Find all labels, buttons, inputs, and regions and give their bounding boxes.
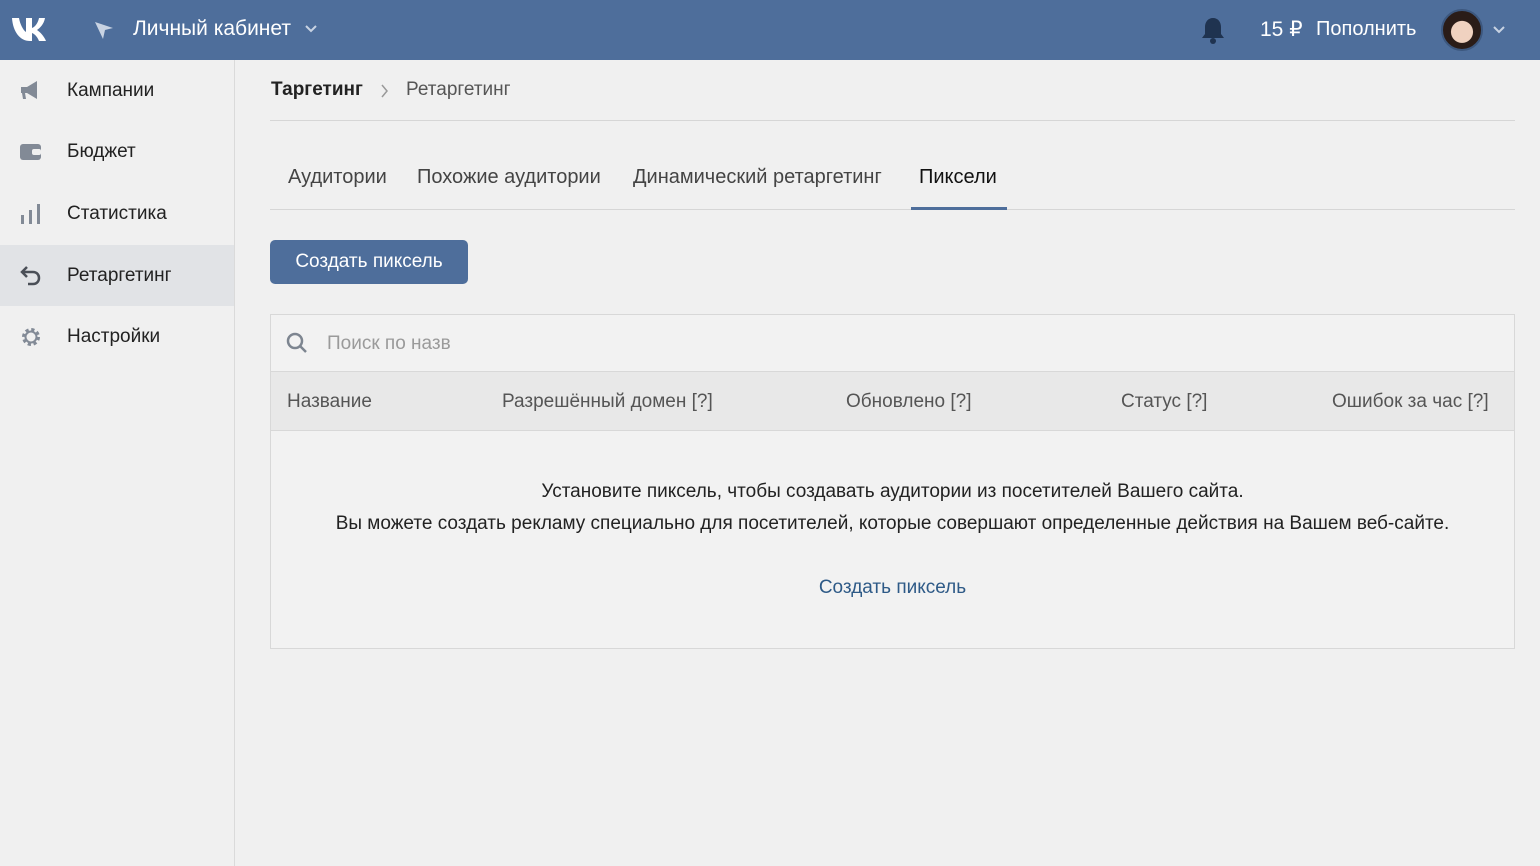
tabs-divider bbox=[270, 209, 1515, 210]
topup-link[interactable]: Пополнить bbox=[1316, 18, 1416, 41]
top-header: Личный кабинет 15 ₽ Пополнить bbox=[0, 0, 1540, 60]
sidebar-item-campaigns[interactable]: Кампании bbox=[0, 60, 234, 121]
empty-state-text: Установите пиксель, чтобы создавать ауди… bbox=[541, 481, 1244, 502]
tab-audiences[interactable]: Аудитории bbox=[288, 166, 387, 189]
sidebar-item-label: Бюджет bbox=[67, 141, 136, 162]
sidebar-item-label: Кампании bbox=[67, 80, 155, 101]
tab-lookalike-audiences[interactable]: Похожие аудитории bbox=[417, 166, 601, 189]
column-header-domain[interactable]: Разрешённый домен [?] bbox=[502, 391, 713, 413]
column-header-updated[interactable]: Обновлено [?] bbox=[846, 391, 972, 413]
chevron-right-icon bbox=[381, 84, 388, 98]
wallet-icon bbox=[20, 144, 41, 160]
cursor-arrow-icon bbox=[95, 22, 113, 39]
divider bbox=[270, 120, 1515, 121]
pixels-table: Название Разрешённый домен [?] Обновлено… bbox=[270, 314, 1515, 649]
tab-dynamic-retargeting[interactable]: Динамический ретаргетинг bbox=[633, 166, 882, 189]
sidebar-item-retargeting[interactable]: Ретаргетинг bbox=[0, 245, 234, 306]
search-input[interactable] bbox=[321, 327, 921, 361]
tab-pixels[interactable]: Пиксели bbox=[919, 166, 997, 189]
gear-icon bbox=[22, 328, 40, 346]
sidebar-item-budget[interactable]: Бюджет bbox=[0, 121, 234, 182]
sidebar-item-settings[interactable]: Настройки bbox=[0, 306, 234, 367]
search-bar bbox=[271, 315, 1514, 372]
sidebar-item-label: Статистика bbox=[67, 203, 167, 224]
chevron-down-icon[interactable] bbox=[304, 24, 318, 34]
return-arrow-icon bbox=[20, 266, 41, 286]
search-icon bbox=[286, 332, 307, 353]
column-header-status[interactable]: Статус [?] bbox=[1121, 391, 1207, 413]
cabinet-title[interactable]: Личный кабинет bbox=[133, 17, 291, 41]
bell-icon[interactable] bbox=[1200, 15, 1226, 45]
avatar[interactable] bbox=[1441, 9, 1483, 51]
bar-chart-icon bbox=[21, 204, 40, 224]
breadcrumb-root[interactable]: Таргетинг bbox=[271, 79, 363, 101]
sidebar-item-label: Ретаргетинг bbox=[67, 265, 172, 286]
vk-logo-icon[interactable] bbox=[10, 14, 54, 44]
create-pixel-button[interactable]: Создать пиксель bbox=[270, 240, 468, 284]
column-header-errors[interactable]: Ошибок за час [?] bbox=[1332, 391, 1489, 413]
breadcrumb-current: Ретаргетинг bbox=[406, 79, 511, 100]
sidebar-item-statistics[interactable]: Статистика bbox=[0, 183, 234, 244]
balance-amount: 15 ₽ bbox=[1260, 18, 1303, 41]
chevron-down-icon[interactable] bbox=[1492, 25, 1506, 35]
empty-state-description: Вы можете создать рекламу специально для… bbox=[335, 513, 1450, 534]
megaphone-icon bbox=[21, 81, 37, 99]
column-header-name[interactable]: Название bbox=[287, 391, 372, 413]
table-header: Название Разрешённый домен [?] Обновлено… bbox=[271, 372, 1514, 431]
create-pixel-link[interactable]: Создать пиксель bbox=[271, 577, 1514, 599]
active-tab-indicator bbox=[911, 207, 1007, 210]
sidebar: Кампании Бюджет Статистика Ретаргетинг Н… bbox=[0, 60, 235, 866]
sidebar-item-label: Настройки bbox=[67, 326, 161, 347]
